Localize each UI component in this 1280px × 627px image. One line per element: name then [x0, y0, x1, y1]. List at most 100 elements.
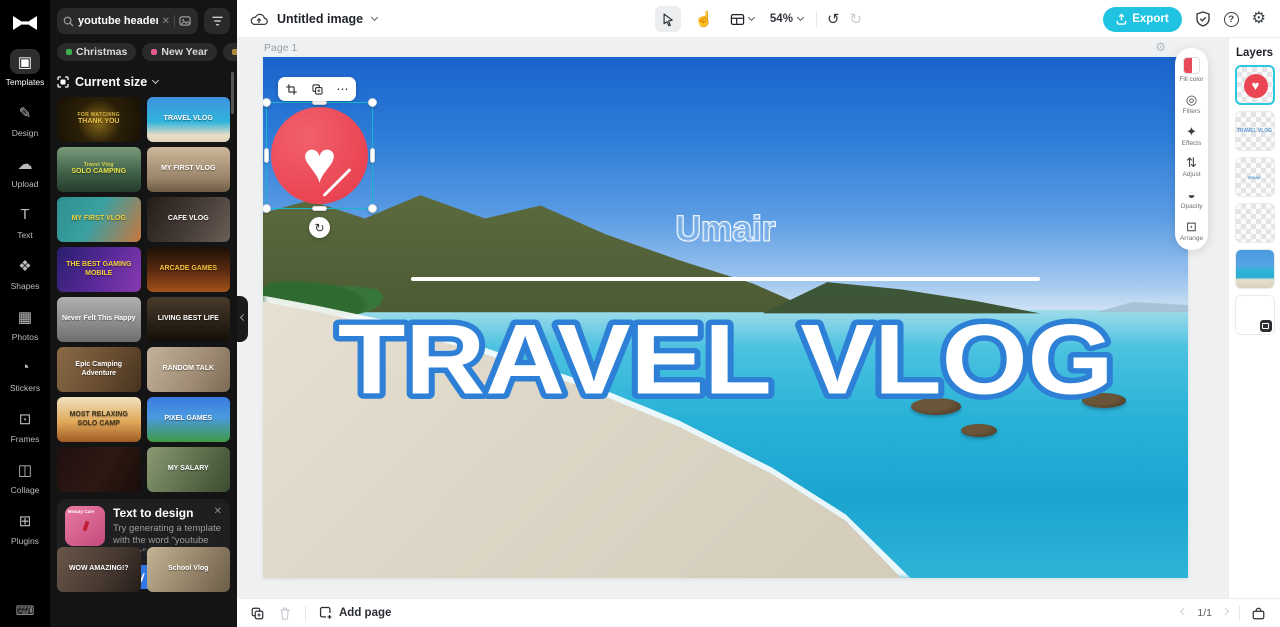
sidebar-nav-item[interactable]: ❖ Shapes: [2, 246, 48, 297]
shield-check-icon[interactable]: [1195, 11, 1211, 27]
template-thumbnail[interactable]: Travel Vlog SOLO CAMPING: [57, 147, 141, 192]
gear-icon[interactable]: ⚙: [1252, 11, 1266, 27]
search-tag[interactable]: Mos: [222, 43, 237, 61]
filter-button[interactable]: [204, 8, 230, 34]
template-label: TRAVEL VLOG: [163, 115, 213, 123]
search-tag[interactable]: Christmas: [57, 43, 137, 61]
sidebar-nav-item[interactable]: ⊞ Plugins: [2, 501, 48, 552]
element-tool[interactable]: ◎ Filters: [1177, 93, 1207, 116]
headline-text: TRAVEL VLOG: [338, 305, 1114, 416]
sidebar-nav-item[interactable]: ◫ Collage: [2, 450, 48, 501]
resize-handle[interactable]: [311, 206, 327, 211]
resize-handle[interactable]: [368, 98, 377, 107]
keyboard-shortcuts-icon[interactable]: ⌨: [0, 603, 50, 619]
resize-handle[interactable]: [368, 204, 377, 213]
element-tool-icon: ◒: [1187, 187, 1196, 203]
capcut-logo[interactable]: [10, 10, 40, 36]
template-thumbnail[interactable]: MY FIRST VLOG: [146, 147, 230, 192]
sidebar-nav-item[interactable]: T Text: [2, 195, 48, 246]
page-label: Page 1: [264, 42, 298, 54]
sidebar-nav-item[interactable]: ⊡ Frames: [2, 399, 48, 450]
panel-scrollbar[interactable]: [231, 72, 234, 114]
template-thumbnail[interactable]: [57, 447, 141, 492]
add-page-button[interactable]: Add page: [319, 606, 391, 620]
divider-line-element[interactable]: [411, 276, 1040, 281]
canvas-area: Page 1 ⚙ Umair TRAVEL VLOG ⋯ ♥ ↻: [237, 38, 1228, 598]
element-tool-label: Arrange: [1179, 234, 1204, 242]
current-size-header[interactable]: Current size: [50, 61, 237, 97]
image-search-icon[interactable]: [179, 15, 192, 27]
undo-button[interactable]: ↺: [827, 12, 840, 27]
template-label: School Vlog: [168, 565, 209, 573]
layer-headline-text[interactable]: TRAVEL VLOG: [1234, 111, 1275, 151]
sidebar-nav-item[interactable]: ☁ Upload: [2, 144, 48, 195]
template-thumbnail[interactable]: CAFE VLOG: [146, 197, 230, 242]
delete-page-icon[interactable]: [278, 606, 292, 621]
chevron-left-icon: [239, 313, 248, 322]
export-button[interactable]: Export: [1103, 6, 1182, 32]
element-tool[interactable]: ⇅ Adjust: [1177, 156, 1207, 179]
search-tag[interactable]: New Year: [142, 43, 217, 61]
layer-text-preview: TRAVEL VLOG: [1236, 128, 1273, 134]
template-thumbnail[interactable]: Epic Camping Adventure: [57, 347, 141, 392]
sidebar-nav-item[interactable]: ◔ Stickers: [2, 348, 48, 399]
template-thumbnail[interactable]: THE BEST GAMING MOBILE: [57, 247, 141, 292]
select-tool-button[interactable]: [654, 6, 681, 32]
headline-text-element[interactable]: TRAVEL VLOG: [328, 299, 1124, 419]
template-thumbnail[interactable]: TRAVEL VLOG: [146, 97, 230, 142]
template-thumbnail[interactable]: MY SALARY: [146, 447, 230, 492]
template-thumbnail[interactable]: WOW AMAZING!?: [57, 547, 141, 592]
sidebar-nav-label: Shapes: [10, 281, 40, 291]
layer-line[interactable]: [1234, 203, 1275, 243]
sidebar-nav-item[interactable]: ✎ Design: [2, 93, 48, 144]
duplicate-icon[interactable]: [311, 83, 324, 96]
resize-handle[interactable]: [264, 147, 269, 163]
crop-icon[interactable]: [285, 83, 298, 96]
more-options-icon[interactable]: ⋯: [337, 83, 350, 95]
fill-color-tool[interactable]: Fill color: [1177, 57, 1207, 84]
bottom-divider: [1239, 605, 1240, 621]
template-thumbnail[interactable]: RANDOM TALK: [146, 347, 230, 392]
template-thumbnail[interactable]: ARCADE GAMES: [146, 247, 230, 292]
template-label: RANDOM TALK: [162, 365, 215, 373]
hand-tool-button[interactable]: ☝: [691, 6, 717, 32]
present-icon[interactable]: [1251, 606, 1266, 621]
sidebar-nav-item[interactable]: ▦ Photos: [2, 297, 48, 348]
layer-beach-image[interactable]: [1234, 249, 1275, 289]
template-thumbnail[interactable]: FOR WATCHING THANK YOU: [57, 97, 141, 142]
element-context-toolbar: ⋯: [278, 77, 356, 101]
zoom-control[interactable]: 54%: [767, 6, 806, 32]
page-settings-icon[interactable]: ⚙: [1155, 40, 1166, 54]
template-thumbnail[interactable]: LIVING BEST LIFE: [146, 297, 230, 342]
element-tool[interactable]: ✦ Effects: [1177, 125, 1207, 148]
title-text: Umair: [675, 210, 775, 249]
help-button[interactable]: ?: [1223, 11, 1239, 27]
layer-background[interactable]: [1234, 295, 1275, 335]
design-canvas[interactable]: Umair TRAVEL VLOG ⋯ ♥ ↻: [263, 57, 1188, 578]
chevron-down-icon: [152, 76, 160, 85]
resize-handle[interactable]: [263, 98, 271, 107]
rotate-handle[interactable]: ↻: [309, 217, 330, 238]
template-thumbnail[interactable]: School Vlog: [146, 547, 230, 592]
template-thumbnail[interactable]: MOST RELAXING SOLO CAMP: [57, 397, 141, 442]
title-text-element[interactable]: Umair: [633, 200, 818, 257]
template-thumbnail[interactable]: Never Felt This Happy: [57, 297, 141, 342]
redo-button[interactable]: ↻: [850, 12, 863, 27]
resize-handle[interactable]: [370, 147, 375, 163]
prev-page-icon[interactable]: [1180, 607, 1188, 616]
element-tool[interactable]: ◒ Opacity: [1177, 188, 1207, 211]
close-icon[interactable]: ✕: [214, 506, 222, 517]
collapse-panel-handle[interactable]: [237, 296, 248, 342]
layer-heart[interactable]: ♥: [1234, 65, 1275, 105]
search-input[interactable]: youtube header ✕: [57, 8, 198, 34]
template-thumbnail[interactable]: MY FIRST VLOG: [57, 197, 141, 242]
sidebar-nav-item[interactable]: ▣ Templates: [2, 42, 48, 93]
element-tool[interactable]: ⊡ Arrange: [1177, 220, 1207, 243]
template-thumbnail[interactable]: PIXEL GAMES: [146, 397, 230, 442]
search-clear-icon[interactable]: ✕: [162, 16, 170, 27]
duplicate-page-icon[interactable]: [250, 606, 265, 621]
layout-tool-button[interactable]: [727, 6, 757, 32]
next-page-icon[interactable]: [1221, 607, 1230, 616]
sidebar-nav-icon: ✎: [18, 104, 32, 122]
layer-title-text[interactable]: Umair: [1234, 157, 1275, 197]
